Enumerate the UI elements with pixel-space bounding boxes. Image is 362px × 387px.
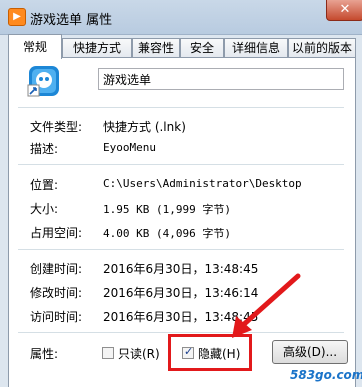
advanced-button[interactable]: 高级(D)... [272,340,348,364]
site-watermark: 583go.com [290,368,362,382]
tab-general[interactable]: 常规 [8,34,62,59]
